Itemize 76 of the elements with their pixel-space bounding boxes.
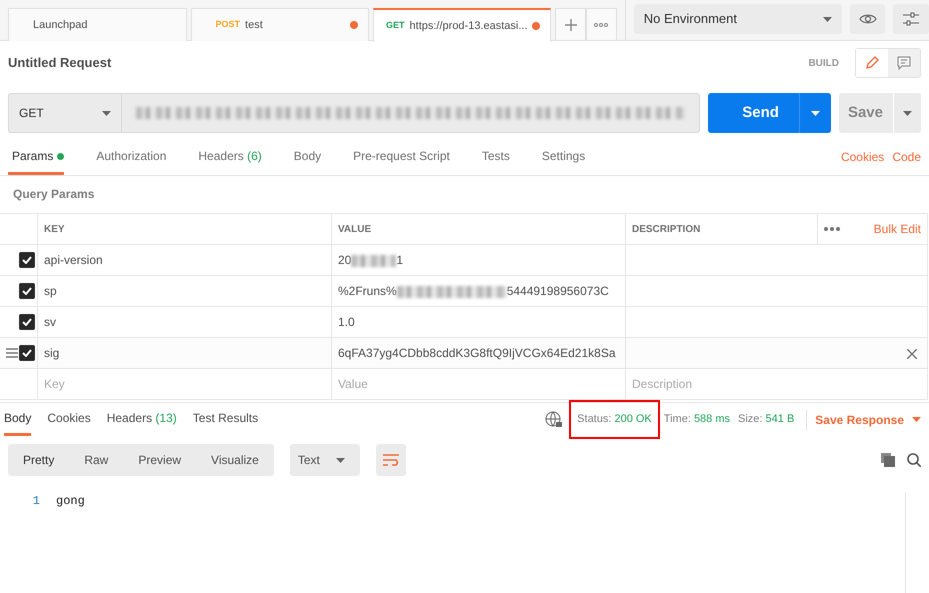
url-field[interactable]	[122, 93, 700, 133]
copy-icon[interactable]	[881, 453, 895, 467]
caret-icon	[810, 110, 820, 116]
request-tab[interactable]: Launchpad	[8, 8, 186, 41]
line-number: 1	[32, 493, 40, 510]
more-button[interactable]	[586, 8, 617, 41]
view-mode-tab[interactable]: Visualize	[196, 444, 274, 476]
caret-icon	[903, 110, 912, 116]
table-cell: 6qFA37yg4CDbb8cddK3G8ftQ9IjVCGx64Ed21k8Sa	[338, 346, 616, 360]
table-cell: %2Fruns%	[338, 284, 397, 298]
format-dropdown[interactable]: Text	[290, 444, 360, 476]
comment-icon	[897, 56, 911, 70]
table-cell: 54449198956073C	[506, 284, 609, 298]
check-icon	[22, 287, 32, 295]
checkbox[interactable]	[19, 314, 35, 330]
table-cell: 20	[338, 253, 352, 267]
eye-icon	[858, 13, 877, 25]
column-header: DESCRIPTION	[626, 214, 818, 244]
request-tab[interactable]: Settings	[538, 141, 586, 175]
view-mode-tab[interactable]: Pretty	[8, 444, 70, 476]
response-tab[interactable]: Body	[4, 403, 32, 436]
eye-button[interactable]	[850, 4, 886, 34]
caret-icon	[912, 417, 921, 422]
request-tab[interactable]: Authorization	[92, 141, 166, 175]
check-icon	[22, 349, 32, 357]
view-mode-tab[interactable]: Preview	[123, 444, 196, 476]
column-header: KEY	[38, 214, 332, 244]
request-tab[interactable]: Tests	[478, 141, 510, 175]
table-cell: 1	[396, 253, 404, 267]
send-button[interactable]: Send	[708, 93, 831, 133]
search-icon[interactable]	[907, 453, 921, 467]
check-icon	[22, 318, 32, 326]
request-tab[interactable]: POST test	[190, 8, 369, 41]
check-icon	[22, 256, 32, 264]
wrap-icon	[382, 454, 399, 466]
caret-icon	[336, 458, 345, 462]
wrap-button[interactable]	[376, 444, 406, 476]
request-title: Untitled Request	[8, 54, 112, 72]
table-cell: 1.0	[338, 315, 355, 329]
pencil-icon	[865, 56, 879, 70]
checkbox[interactable]	[19, 283, 35, 299]
comment-button[interactable]	[888, 49, 920, 77]
table-cell: sig	[38, 338, 332, 368]
response-tab[interactable]: Cookies	[47, 403, 91, 436]
close-icon[interactable]	[907, 348, 917, 359]
environment-dropdown[interactable]: No Environment	[634, 4, 842, 34]
column-header: VALUE	[332, 214, 626, 244]
table-cell: api-version	[38, 244, 332, 276]
sliders-icon	[902, 12, 920, 26]
caret-icon	[822, 16, 832, 22]
stat-text: Status: 200 OK	[569, 400, 660, 439]
globe-lock-icon	[545, 410, 564, 428]
more-icon	[824, 227, 840, 231]
new-tab-button[interactable]	[555, 8, 586, 41]
section-title: Query Params	[12, 186, 96, 203]
response-tab[interactable]: Headers (13)	[106, 403, 177, 436]
method-dropdown[interactable]: GET	[8, 93, 122, 133]
request-tab[interactable]: Body	[290, 141, 322, 175]
request-tab[interactable]: GET https://prod-13.eastasi...	[373, 8, 552, 42]
plus-icon	[564, 18, 577, 30]
stat-text: Size: 541 B	[737, 412, 796, 428]
stat-text: Time: 588 ms	[662, 412, 732, 428]
view-mode-tab[interactable]: Raw	[69, 444, 124, 476]
caret-icon	[102, 110, 111, 116]
more-icon	[594, 22, 608, 26]
request-tab[interactable]: Headers (6)	[194, 141, 262, 175]
settings-button[interactable]	[893, 4, 929, 34]
response-tab[interactable]: Test Results	[192, 403, 258, 436]
drag-handle-icon	[6, 348, 18, 358]
code-line: gong	[56, 493, 85, 510]
request-tab[interactable]: Pre-request Script	[349, 141, 450, 175]
request-tab[interactable]: Params	[8, 141, 64, 175]
table-cell: sp	[38, 276, 332, 306]
checkbox[interactable]	[19, 345, 35, 361]
mode-label: BUILD	[808, 56, 839, 70]
checkbox[interactable]	[19, 252, 35, 268]
